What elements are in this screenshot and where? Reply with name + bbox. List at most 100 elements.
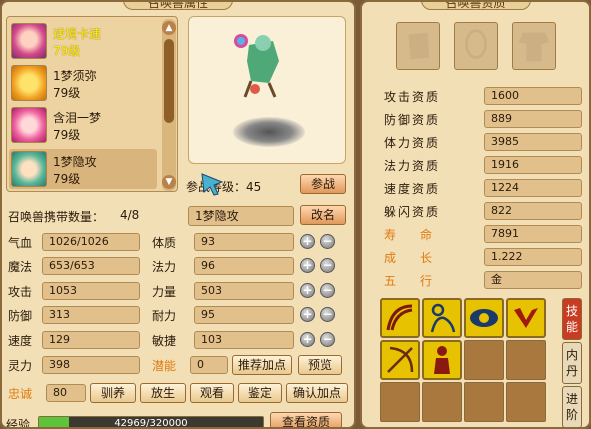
minus-icon[interactable]: − [320,258,335,273]
figure-skill-icon[interactable] [422,298,462,338]
confirm-points-button[interactable]: 确认加点 [286,383,348,403]
whip-skill-icon[interactable] [380,298,420,338]
loyalty-value: 80 [46,384,86,402]
armor-slot-icon[interactable] [512,22,556,70]
exp-label: 经验 [6,418,31,429]
pet-name: 逆境卡速 [53,27,102,41]
pet-sprite-icon [234,34,279,98]
plus-icon[interactable]: + [300,258,315,273]
empty-skill-slot[interactable] [506,340,546,380]
lifespan-label: 寿 命 [384,228,433,242]
attr-label-agility: 敏捷 [152,334,177,348]
plus-icon[interactable]: + [300,307,315,322]
pet-list-scrollbar[interactable]: ▲ ▼ [162,19,176,191]
panel-title: 召唤兽属性 [122,2,234,10]
scroll-down-icon[interactable]: ▼ [162,175,176,189]
minus-icon[interactable]: − [320,283,335,298]
pet-level: 79级 [53,44,81,58]
aptitude-value: 1916 [484,156,582,174]
pet-avatar [11,65,47,101]
pet-avatar [11,23,47,59]
attr-value-agility: 103 [194,331,294,349]
necklace-slot-icon[interactable] [454,22,498,70]
pet-level: 79级 [53,172,81,186]
cursor-icon [201,173,224,196]
tab-skills[interactable]: 技能 [562,298,582,340]
tab-advance[interactable]: 进阶 [562,386,582,427]
minus-icon[interactable]: − [320,307,335,322]
tab-inner-core[interactable]: 内丹 [562,342,582,384]
empty-skill-slot[interactable] [464,382,504,422]
stat-label-spirit: 灵力 [8,359,33,373]
stat-value-attack: 1053 [42,282,140,300]
recommend-points-button[interactable]: 推荐加点 [232,355,292,375]
aptitude-value: 3985 [484,133,582,151]
pet-list-item[interactable]: 1梦隐攻 79级 [9,149,157,189]
preview-button[interactable]: 预览 [298,355,342,375]
pet-name: 1梦须弥 [53,69,97,83]
carry-count-value: 4/8 [120,208,140,222]
empty-skill-slot[interactable] [464,340,504,380]
stat-value-hp: 1026/1026 [42,233,140,251]
bracer-slot-icon[interactable] [396,22,440,70]
empty-skill-slot[interactable] [380,382,420,422]
aptitude-value: 1224 [484,179,582,197]
pet-aptitude-panel: 召唤兽资质 攻击资质 1600 防御资质 889 体力资质 3985 法力资质 … [360,0,591,429]
robed-figure-skill-icon[interactable] [422,340,462,380]
pet-level: 79级 [53,128,81,142]
pet-list-item[interactable]: 1梦须弥 79级 [9,63,157,103]
minus-icon[interactable]: − [320,332,335,347]
stat-label-mp: 魔法 [8,260,33,274]
stat-label-defense: 防御 [8,309,33,323]
attr-label-magic: 法力 [152,260,177,274]
pet-list-item[interactable]: 逆境卡速 79级 [9,21,157,61]
pet-name: 含泪一梦 [53,111,102,125]
potential-label: 潜能 [152,359,177,373]
pet-list-item[interactable]: 含泪一梦 79级 [9,105,157,145]
aptitude-value: 1600 [484,87,582,105]
pet-preview [188,16,346,164]
stat-label-speed: 速度 [8,334,33,348]
empty-skill-slot[interactable] [506,382,546,422]
aptitude-label: 体力资质 [384,136,441,150]
plus-icon[interactable]: + [300,234,315,249]
panel-title: 召唤兽资质 [420,2,531,10]
appraise-button[interactable]: 鉴定 [238,383,282,403]
view-button[interactable]: 观看 [190,383,234,403]
pet-avatar [11,151,47,187]
aptitude-label: 攻击资质 [384,90,441,104]
attr-value-strength: 503 [194,282,294,300]
potential-value: 0 [190,356,228,374]
stat-value-defense: 313 [42,306,140,324]
pet-name: 1梦隐攻 [53,155,97,169]
plus-icon[interactable]: + [300,332,315,347]
exp-text: 42969/320000 [114,418,188,429]
pet-level: 79级 [53,86,81,100]
plus-icon[interactable]: + [300,283,315,298]
rename-button[interactable]: 改名 [300,205,346,225]
release-button[interactable]: 放生 [140,383,186,403]
growth-label: 成 长 [384,251,433,265]
view-aptitude-button[interactable]: 查看资质 [270,412,342,427]
lifespan-value: 7891 [484,225,582,243]
attr-label-constitution: 体质 [152,236,177,250]
element-value: 金 [484,271,582,289]
eye-skill-icon[interactable] [464,298,504,338]
empty-skill-slot[interactable] [422,382,462,422]
claw-skill-icon[interactable] [506,298,546,338]
tame-button[interactable]: 驯养 [90,383,136,403]
aptitude-label: 速度资质 [384,182,441,196]
loyalty-label: 忠诚 [8,387,33,401]
aptitude-value: 822 [484,202,582,220]
battle-button[interactable]: 参战 [300,174,346,194]
pet-name-input[interactable]: 1梦隐攻 [188,206,294,226]
attr-label-endurance: 耐力 [152,309,177,323]
scroll-up-icon[interactable]: ▲ [162,21,176,35]
element-label: 五 行 [384,274,433,288]
aptitude-label: 法力资质 [384,159,441,173]
stat-value-spirit: 398 [42,356,140,374]
minus-icon[interactable]: − [320,234,335,249]
exp-bar: 42969/320000 [38,416,264,429]
scroll-thumb[interactable] [164,39,174,123]
bow-skill-icon[interactable] [380,340,420,380]
